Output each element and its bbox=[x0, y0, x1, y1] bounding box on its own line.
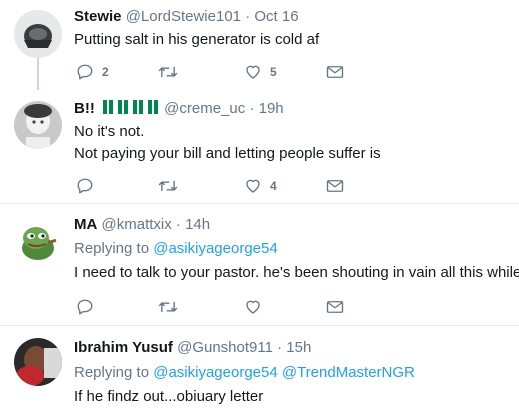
heart-icon bbox=[246, 179, 260, 193]
retweet-icon bbox=[158, 301, 178, 313]
tweet-text-line: No it's not. bbox=[74, 123, 145, 140]
user-handle[interactable]: @LordStewie101 bbox=[126, 8, 241, 25]
separator-dot: · bbox=[175, 216, 181, 233]
mention-link[interactable]: @asikiyageorge54 bbox=[153, 240, 277, 257]
tweet-header: Ibrahim Yusuf @Gunshot911 · 15h bbox=[74, 339, 311, 356]
envelope-icon bbox=[326, 301, 344, 313]
tweet-text-line: Not paying your bill and letting people … bbox=[74, 145, 381, 162]
tweet-text: Putting salt in his generator is cold af bbox=[74, 31, 320, 48]
tweet-actions: 4 bbox=[74, 176, 494, 196]
display-name[interactable]: MA bbox=[74, 216, 97, 233]
timestamp[interactable]: 19h bbox=[259, 100, 284, 117]
user-handle[interactable]: @kmattxix bbox=[102, 216, 172, 233]
tweet-actions: 2 5 bbox=[74, 62, 494, 82]
reply-icon bbox=[77, 64, 93, 80]
separator-dot: · bbox=[249, 100, 255, 117]
tweet-3[interactable]: MA @kmattxix · 14h Replying to @asikiyag… bbox=[0, 204, 519, 326]
reply-count: 2 bbox=[102, 65, 109, 79]
separator-dot: · bbox=[277, 339, 283, 356]
replying-to: Replying to @asikiyageorge54 @TrendMaste… bbox=[74, 364, 415, 381]
reply-icon bbox=[77, 299, 93, 315]
heart-icon bbox=[246, 300, 260, 314]
display-name[interactable]: Stewie bbox=[74, 8, 122, 25]
avatar-b[interactable] bbox=[14, 101, 62, 149]
dm-button[interactable] bbox=[326, 62, 344, 82]
like-button[interactable] bbox=[244, 297, 262, 317]
tweet-text: I need to talk to your pastor. he's been… bbox=[74, 264, 519, 281]
timestamp[interactable]: 15h bbox=[286, 339, 311, 356]
flag-bar bbox=[109, 100, 113, 114]
timestamp[interactable]: Oct 16 bbox=[254, 8, 298, 25]
avatar-stewie[interactable] bbox=[14, 10, 62, 58]
retweet-button[interactable] bbox=[158, 176, 178, 196]
flag-bar bbox=[148, 100, 152, 114]
mention-link[interactable]: @asikiyageorge54 @TrendMasterNGR bbox=[153, 364, 415, 381]
retweet-button[interactable] bbox=[158, 62, 178, 82]
flag-bar bbox=[118, 100, 122, 114]
display-name[interactable]: Ibrahim Yusuf bbox=[74, 339, 173, 356]
retweet-icon bbox=[158, 66, 178, 78]
like-button[interactable]: 4 bbox=[244, 176, 277, 196]
avatar-ibrahim[interactable] bbox=[14, 338, 62, 386]
heart-icon bbox=[246, 65, 260, 79]
retweet-button[interactable] bbox=[158, 297, 178, 317]
retweet-icon bbox=[158, 180, 178, 192]
tweet-2[interactable]: B!! @creme_uc · 19h No it's not. Not pay… bbox=[0, 92, 519, 204]
reply-icon bbox=[77, 178, 93, 194]
reply-button[interactable] bbox=[76, 297, 94, 317]
avatar-ma[interactable] bbox=[14, 218, 62, 266]
separator-dot: · bbox=[245, 8, 251, 25]
timestamp[interactable]: 14h bbox=[185, 216, 210, 233]
like-button[interactable]: 5 bbox=[244, 62, 277, 82]
user-handle[interactable]: @Gunshot911 bbox=[177, 339, 273, 356]
tweet-header: MA @kmattxix · 14h bbox=[74, 216, 210, 233]
user-handle[interactable]: @creme_uc bbox=[164, 100, 245, 117]
replying-to-label: Replying to bbox=[74, 364, 150, 381]
flag-bar bbox=[124, 100, 128, 114]
reply-button[interactable] bbox=[76, 176, 94, 196]
flag-emoji-string bbox=[103, 100, 164, 117]
dm-button[interactable] bbox=[326, 297, 344, 317]
replying-to-label: Replying to bbox=[74, 240, 150, 257]
like-count: 4 bbox=[270, 179, 277, 193]
tweet-actions bbox=[74, 297, 494, 317]
envelope-icon bbox=[326, 66, 344, 78]
replying-to: Replying to @asikiyageorge54 bbox=[74, 240, 278, 257]
flag-bar bbox=[139, 100, 143, 114]
reply-button[interactable]: 2 bbox=[76, 62, 109, 82]
tweet-header: B!! @creme_uc · 19h bbox=[74, 100, 284, 117]
envelope-icon bbox=[326, 180, 344, 192]
display-name[interactable]: B!! bbox=[74, 100, 95, 117]
dm-button[interactable] bbox=[326, 176, 344, 196]
tweet-4[interactable]: Ibrahim Yusuf @Gunshot911 · 15h Replying… bbox=[0, 326, 519, 410]
flag-bar bbox=[103, 100, 107, 114]
like-count: 5 bbox=[270, 65, 277, 79]
flag-bar bbox=[154, 100, 158, 114]
flag-bar bbox=[133, 100, 137, 114]
tweet-header: Stewie @LordStewie101 · Oct 16 bbox=[74, 8, 299, 25]
tweet-1[interactable]: Stewie @LordStewie101 · Oct 16 Putting s… bbox=[0, 0, 519, 92]
tweet-text: If he findz out...obiuary letter bbox=[74, 388, 264, 405]
